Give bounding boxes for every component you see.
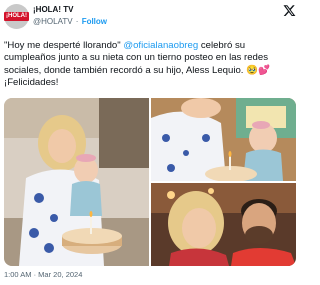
media-grid[interactable] bbox=[4, 98, 296, 266]
account-handle[interactable]: @HOLATV bbox=[33, 17, 73, 26]
x-logo-icon[interactable] bbox=[283, 4, 296, 17]
baby-blowing-candles-photo[interactable] bbox=[151, 98, 296, 181]
account-name[interactable]: ¡HOLA! TV bbox=[33, 5, 73, 14]
avatar[interactable]: ¡HOLA! bbox=[4, 4, 29, 29]
follow-button[interactable]: Follow bbox=[82, 17, 107, 26]
tweet-quote: "Hoy me desperté llorando" bbox=[4, 40, 121, 51]
handle-row: @HOLATV · Follow bbox=[33, 17, 107, 26]
tweet-card: ¡HOLA! ¡HOLA! TV @HOLATV · Follow "Hoy m… bbox=[0, 0, 300, 285]
tweet-text: "Hoy me desperté llorando" @oficialanaob… bbox=[4, 40, 296, 90]
couple-selfie-photo[interactable] bbox=[151, 183, 296, 266]
tweet-timestamp[interactable]: 1:00 AM · Mar 20, 2024 bbox=[4, 270, 82, 279]
hola-logo: ¡HOLA! bbox=[4, 12, 29, 21]
birthday-cake-photo[interactable] bbox=[4, 98, 149, 266]
mention-link[interactable]: @oficialanaobreg bbox=[123, 40, 198, 51]
separator-dot: · bbox=[75, 17, 79, 26]
